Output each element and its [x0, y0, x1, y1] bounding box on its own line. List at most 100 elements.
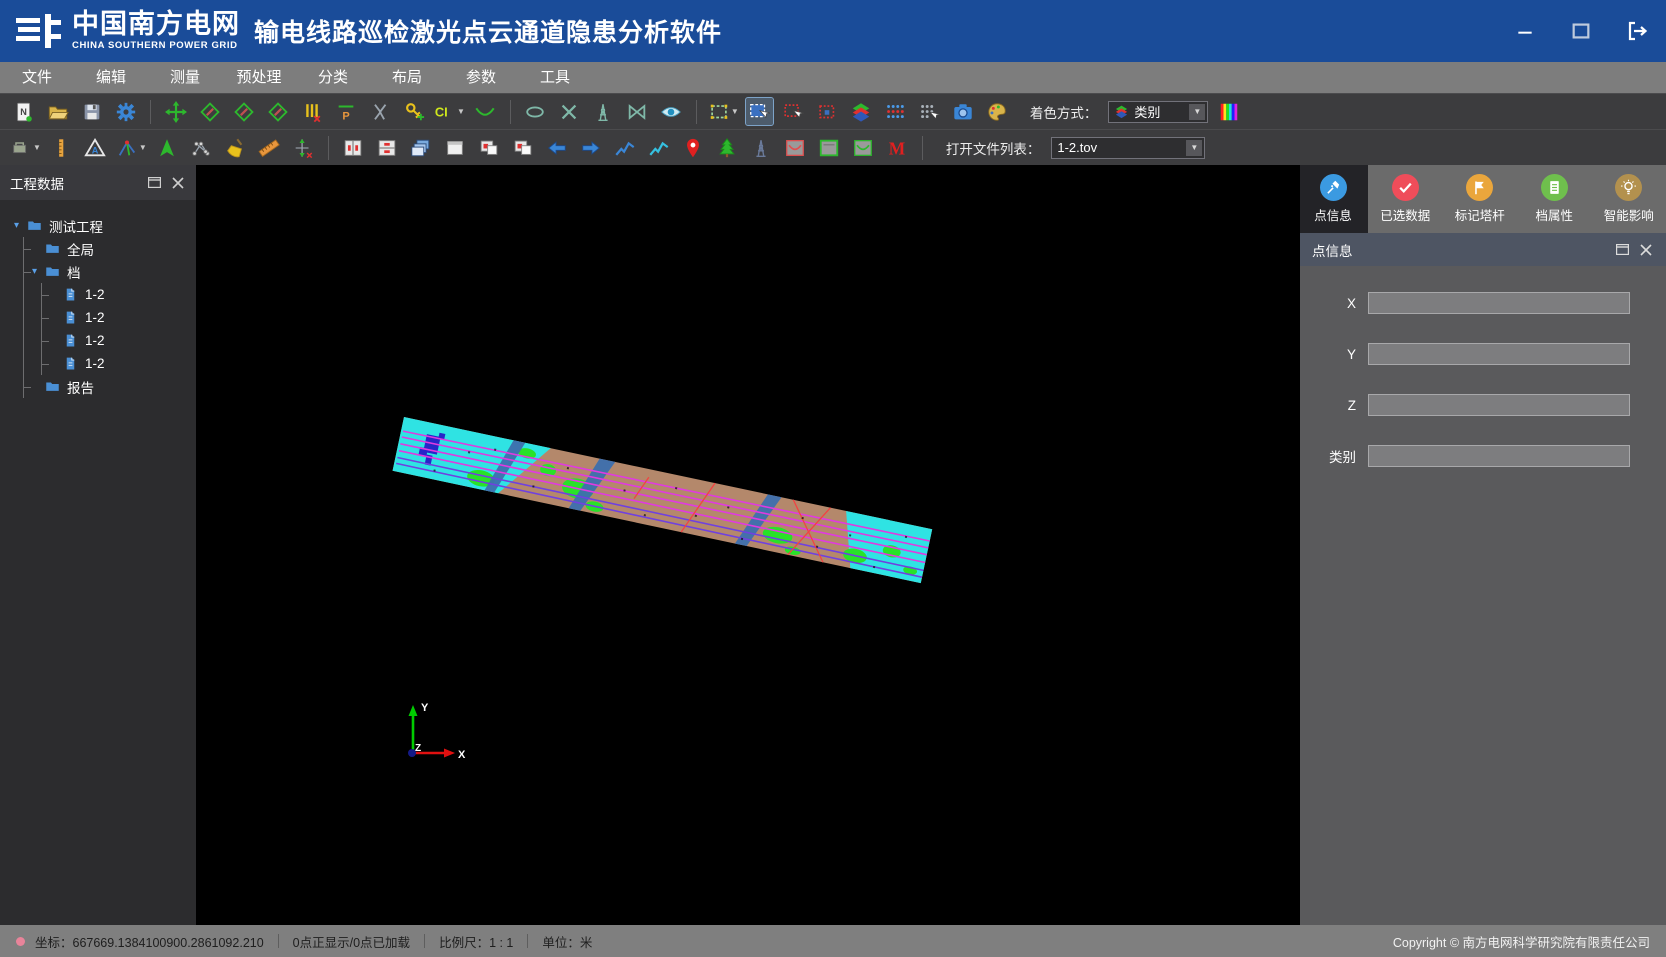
- section-bars-button[interactable]: [298, 98, 325, 125]
- toolbar-secondary: ▼A▼M 打开文件列表： 1-2.tov ▼: [0, 129, 1666, 165]
- cross-delete-button[interactable]: [556, 98, 583, 125]
- measure-height-button[interactable]: P: [332, 98, 359, 125]
- span-curve-red-button[interactable]: [782, 134, 809, 161]
- right-panel: 点信息已选数据标记塔杆档属性智能影响 点信息 XYZ类别: [1300, 165, 1666, 925]
- point-grid-button[interactable]: [882, 98, 909, 125]
- open-folder-button[interactable]: [44, 98, 71, 125]
- tab-smart-impact[interactable]: 智能影响: [1596, 165, 1662, 233]
- select-cursor-button[interactable]: [746, 98, 773, 125]
- span-box-green-button[interactable]: [816, 134, 843, 161]
- brush-tool-button[interactable]: ▼: [10, 134, 41, 161]
- colorbar-icon[interactable]: [1215, 98, 1242, 125]
- tab-span-properties[interactable]: 档属性: [1521, 165, 1587, 233]
- measure-angle-button[interactable]: [366, 98, 393, 125]
- menu-parameters[interactable]: 参数: [444, 62, 518, 93]
- point-class-input[interactable]: [1368, 445, 1630, 467]
- pan-move-button[interactable]: [162, 98, 189, 125]
- select-point-button[interactable]: [814, 98, 841, 125]
- orbit-button[interactable]: [522, 98, 549, 125]
- open-file-list-select[interactable]: 1-2.tov ▼: [1051, 137, 1205, 159]
- ruler-diagonal-button[interactable]: [256, 134, 283, 161]
- tab-label: 已选数据: [1380, 205, 1430, 224]
- point-grid-alt-button[interactable]: [916, 98, 943, 125]
- select-polygon-button[interactable]: [780, 98, 807, 125]
- file-icon: [62, 287, 79, 302]
- menu-edit[interactable]: 编辑: [74, 62, 148, 93]
- minimize-button[interactable]: [1510, 16, 1540, 46]
- coloring-mode-select[interactable]: 类别 ▼: [1108, 101, 1208, 123]
- align-axis-button[interactable]: [290, 134, 317, 161]
- point-x-input[interactable]: [1368, 292, 1630, 314]
- split-horizontal-button[interactable]: [374, 134, 401, 161]
- vegetation-tree-button[interactable]: [714, 134, 741, 161]
- rotate-view-1-button[interactable]: [196, 98, 223, 125]
- tree-node-project-root[interactable]: ▾测试工程: [14, 214, 196, 237]
- catenary-curve-button[interactable]: [472, 98, 499, 125]
- select-rect-button[interactable]: ▼: [708, 98, 739, 125]
- next-view-button[interactable]: [578, 134, 605, 161]
- polyline-draw-button[interactable]: [612, 134, 639, 161]
- viewport[interactable]: Y X Z: [196, 165, 1300, 925]
- menu-file[interactable]: 文件: [0, 62, 74, 93]
- alert-triangle-button[interactable]: A: [82, 134, 109, 161]
- window-marker-1-button[interactable]: [476, 134, 503, 161]
- visibility-button[interactable]: [658, 98, 685, 125]
- clean-broom-button[interactable]: [222, 134, 249, 161]
- location-pin-button[interactable]: [680, 134, 707, 161]
- class-layers-button[interactable]: [848, 98, 875, 125]
- cascade-windows-button[interactable]: [408, 134, 435, 161]
- node-graph-button[interactable]: [188, 134, 215, 161]
- menu-measure[interactable]: 测量: [148, 62, 222, 93]
- tree-node-span-file-3[interactable]: 1-2: [50, 329, 196, 352]
- save-button[interactable]: [78, 98, 105, 125]
- new-window-button[interactable]: [442, 134, 469, 161]
- key-tool-button[interactable]: [400, 98, 427, 125]
- tree-expand-icon[interactable]: ▾: [14, 220, 26, 231]
- panel-restore-button[interactable]: [146, 175, 162, 191]
- menu-layout[interactable]: 布局: [370, 62, 444, 93]
- split-vertical-button[interactable]: [340, 134, 367, 161]
- pylon-button[interactable]: [748, 134, 775, 161]
- maximize-button[interactable]: [1566, 16, 1596, 46]
- tree-node-span-file-1[interactable]: 1-2: [50, 283, 196, 306]
- new-file-button[interactable]: N: [10, 98, 37, 125]
- status-unit: 单位：米: [542, 932, 592, 951]
- marker-m-button[interactable]: M: [884, 134, 911, 161]
- rotate-view-2-button[interactable]: [230, 98, 257, 125]
- select-rect-icon: [708, 101, 730, 123]
- tree-node-span-file-4[interactable]: 1-2: [50, 352, 196, 375]
- span-curve-green-button[interactable]: [850, 134, 877, 161]
- tab-selected-data[interactable]: 已选数据: [1372, 165, 1438, 233]
- palette-button[interactable]: [984, 98, 1011, 125]
- menu-preprocess[interactable]: 预处理: [222, 62, 296, 93]
- tab-point-info[interactable]: 点信息: [1300, 165, 1366, 233]
- panel-close-button[interactable]: [170, 175, 186, 191]
- menu-classify[interactable]: 分类: [296, 62, 370, 93]
- tree-node-node-spans[interactable]: ▾档: [32, 260, 196, 283]
- north-arrow-button[interactable]: [154, 134, 181, 161]
- window-marker-2-button[interactable]: [510, 134, 537, 161]
- split-horizontal-icon: [376, 137, 398, 159]
- point-z-input[interactable]: [1368, 394, 1630, 416]
- vector-branch-button[interactable]: ▼: [116, 134, 147, 161]
- rotate-view-3-button[interactable]: [264, 98, 291, 125]
- ruler-vertical-button[interactable]: [48, 134, 75, 161]
- tree-node-span-file-2[interactable]: 1-2: [50, 306, 196, 329]
- tower-tool-button[interactable]: [590, 98, 617, 125]
- tree-node-node-global[interactable]: 全局: [32, 237, 196, 260]
- point-info-close-button[interactable]: [1638, 242, 1654, 258]
- polyline-edit-button[interactable]: [646, 134, 673, 161]
- point-info-restore-button[interactable]: [1614, 242, 1630, 258]
- exit-button[interactable]: [1622, 16, 1652, 46]
- menu-tools[interactable]: 工具: [518, 62, 592, 93]
- prev-view-button[interactable]: [544, 134, 571, 161]
- snapshot-camera-button[interactable]: [950, 98, 977, 125]
- point-y-input[interactable]: [1368, 343, 1630, 365]
- tree-node-node-report[interactable]: 报告: [32, 375, 196, 398]
- ci-tool-button[interactable]: CI▼: [434, 98, 465, 125]
- settings-button[interactable]: [112, 98, 139, 125]
- clip-tool-button[interactable]: [624, 98, 651, 125]
- polyline-draw-icon: [614, 137, 636, 159]
- tree-expand-icon[interactable]: ▾: [32, 266, 44, 277]
- tab-mark-tower[interactable]: 标记塔杆: [1447, 165, 1513, 233]
